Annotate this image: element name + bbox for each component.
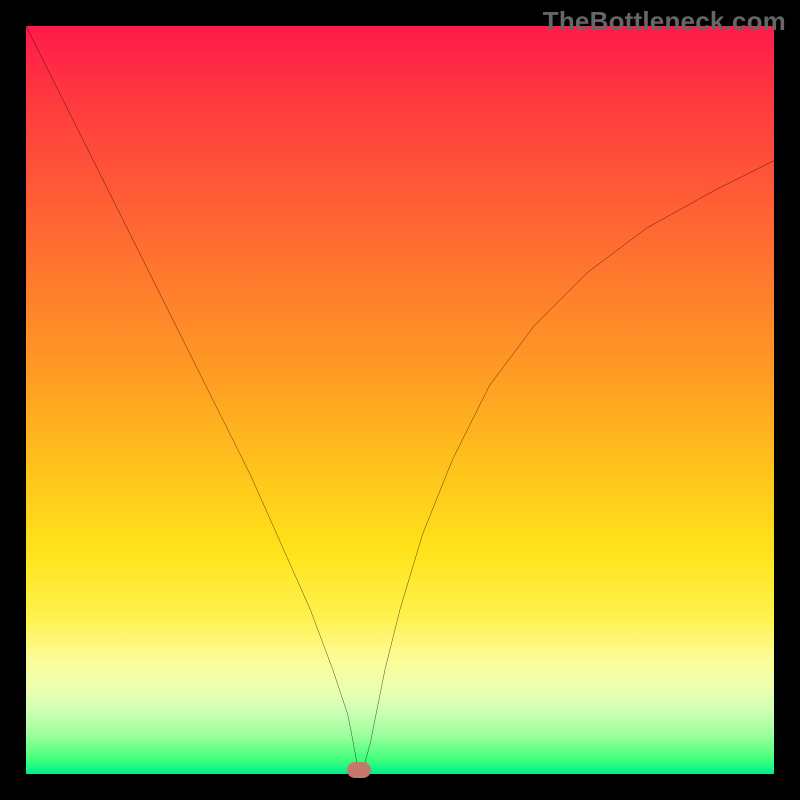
chart-plot-area [26, 26, 774, 774]
current-point-marker [347, 762, 371, 778]
watermark-text: TheBottleneck.com [543, 6, 786, 37]
chart-root: TheBottleneck.com [0, 0, 800, 800]
